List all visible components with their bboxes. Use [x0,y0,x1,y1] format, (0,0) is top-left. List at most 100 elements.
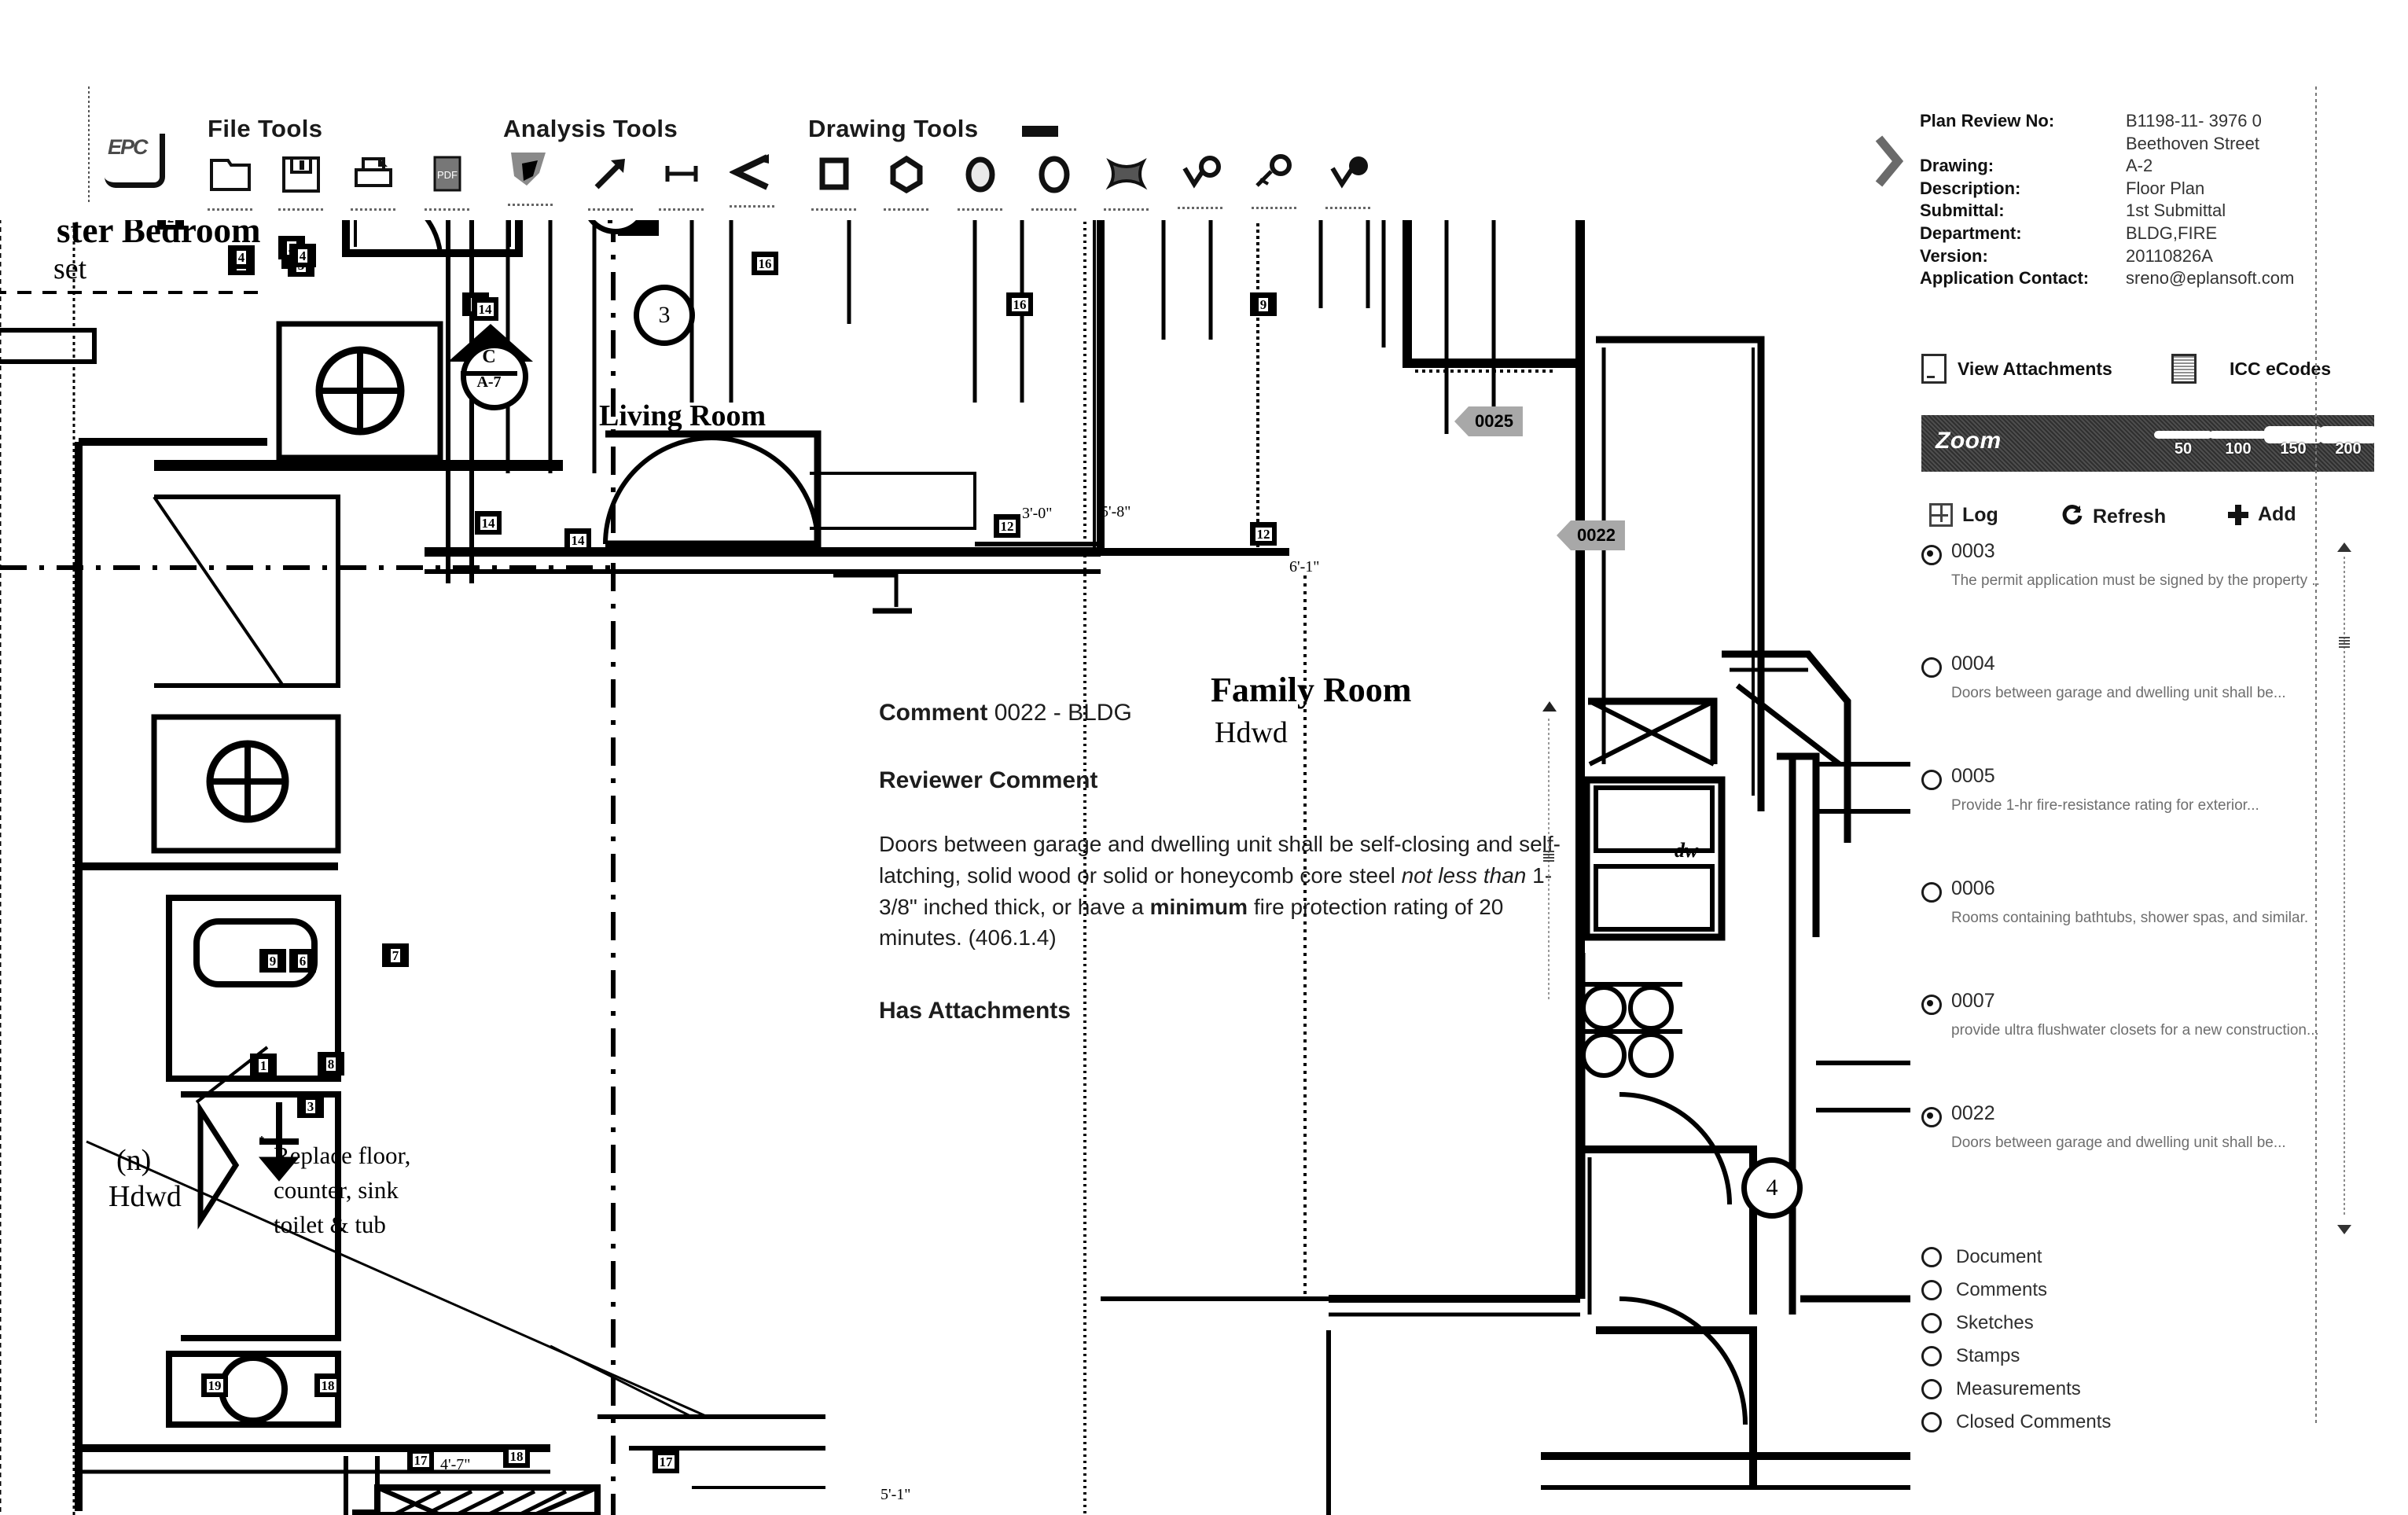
rectangle-button[interactable] [807,154,862,215]
plan-badge[interactable]: 3 [297,1094,324,1118]
comment-radio[interactable] [1921,545,1942,565]
scroll-down-arrow-icon[interactable] [2337,1225,2351,1234]
comment-popup-scrollbar[interactable] [1542,701,1557,1016]
add-button[interactable]: Add [2228,503,2296,526]
comment-radio[interactable] [1921,770,1942,790]
plan-badge[interactable]: 4 [289,244,316,267]
filter-item-comments[interactable]: Comments [1921,1274,2393,1307]
metadata-key: Plan Review No: [1920,111,2055,131]
filter-label: Document [1956,1246,2042,1267]
open-folder-icon [203,154,258,201]
filter-item-measurements[interactable]: Measurements [1921,1373,2393,1406]
plan-badge[interactable]: 6 [289,949,316,973]
metadata-row: Application Contact: sreno@eplansoft.com [1920,267,2399,290]
toolbar-left-divider [88,86,90,204]
plan-badge[interactable]: 8 [318,1052,344,1076]
scrollbar-thumb[interactable] [1543,851,1554,863]
polygon-button[interactable] [879,154,934,215]
comment-filter-list: Document Comments Sketches Stamps Measur… [1921,1241,2393,1439]
door-number-3-marker[interactable]: 3 [634,285,695,346]
filter-radio[interactable] [1921,1313,1942,1333]
view-attachments-button[interactable]: View Attachments [1921,354,2112,384]
comment-tag-0025[interactable]: 0025 [1454,406,1523,436]
icc-ecodes-button[interactable]: ICC eCodes [2171,354,2331,384]
analysis-tools-group-label: Analysis Tools [503,115,678,142]
plan-badge[interactable]: 16 [1006,292,1033,316]
expand-panel-chevron-icon[interactable] [1871,134,1907,189]
plan-badge[interactable]: 19 [201,1373,228,1397]
refresh-button[interactable]: Refresh [2061,503,2166,531]
plan-badge[interactable]: 12 [1250,522,1277,546]
filter-item-document[interactable]: Document [1921,1241,2393,1274]
zoom-150-button[interactable]: 150 [2264,426,2322,458]
comment-tag-0022[interactable]: 0022 [1557,520,1625,550]
arrow-pointer-button[interactable] [583,154,638,215]
log-button[interactable]: Log [1929,503,1998,527]
measure-length-button[interactable] [654,154,709,215]
print-button[interactable] [346,154,401,215]
filter-radio[interactable] [1921,1247,1942,1267]
dimension-label: 5'-8" [1101,503,1131,520]
zoom-50-button[interactable]: 50 [2154,426,2212,458]
door-number-4-marker[interactable]: 4 [1741,1157,1803,1219]
scrollbar-thumb[interactable] [2339,637,2350,649]
cloud-button[interactable] [1099,154,1154,215]
plan-badge-text: 9 [1258,296,1269,312]
scroll-up-arrow-icon[interactable] [1542,701,1557,712]
filter-radio[interactable] [1921,1346,1942,1366]
comment-radio[interactable] [1921,995,1942,1015]
comment-radio[interactable] [1921,882,1942,903]
plan-badge[interactable]: 18 [503,1444,530,1468]
plan-badge[interactable]: 3 [352,1509,379,1515]
callout-filled-button[interactable] [1321,153,1376,214]
annotation-line-2: counter, sink [274,1176,399,1204]
filter-item-closed-comments[interactable]: Closed Comments [1921,1406,2393,1439]
save-disk-icon [274,154,329,201]
plan-badge[interactable]: 17 [653,1450,679,1473]
callout-button[interactable] [1173,153,1228,214]
zoom-200-button[interactable]: 200 [2319,426,2377,458]
plan-badge[interactable]: 1 [250,1054,277,1077]
scroll-up-arrow-icon[interactable] [2337,542,2351,552]
filter-item-sketches[interactable]: Sketches [1921,1307,2393,1340]
comment-popup-body: Doors between garage and dwelling unit s… [879,829,1571,954]
comment-body-italic: not less than [1401,862,1527,888]
measure-angle-button[interactable] [725,151,780,212]
comment-list-scrollbar[interactable] [2337,542,2351,1234]
filter-radio[interactable] [1921,1280,1942,1300]
comment-radio[interactable] [1921,1107,1942,1127]
plan-badge[interactable]: 17 [407,1448,434,1472]
pdf-button[interactable]: PDF [420,154,475,215]
plan-badge[interactable]: 4 [228,245,255,269]
zoom-toolbar[interactable]: Zoom 50 100 150 200 [1921,415,2377,472]
plan-badge[interactable]: 14 [475,511,502,535]
plan-drawing-canvas[interactable]: ster Bedroom set Living Room Family Room… [0,214,1910,1515]
plan-badge[interactable]: 7 [382,943,409,967]
zoom-100-button[interactable]: 100 [2209,426,2267,458]
epc-logo-text: EPC [108,135,149,159]
add-label: Add [2258,503,2296,525]
plan-badge[interactable]: 12 [994,514,1020,538]
comment-radio[interactable] [1921,657,1942,678]
scrollbar-track[interactable] [2344,557,2345,1217]
ellipse-button[interactable] [953,154,1008,215]
plan-badge-text: 6 [297,953,308,969]
filter-radio[interactable] [1921,1379,1942,1399]
filter-radio[interactable] [1921,1412,1942,1432]
plan-badge[interactable]: 18 [314,1373,341,1397]
save-button[interactable] [274,154,329,215]
open-folder-button[interactable] [203,154,258,215]
plan-badge[interactable]: 14 [472,297,498,321]
plan-badge[interactable]: 9 [1250,292,1277,316]
tool-underline [351,208,396,211]
callout-zoom-button[interactable] [1247,153,1302,214]
plan-badge[interactable]: 14 [564,528,591,552]
circle-button[interactable] [1027,154,1082,215]
plan-badge[interactable]: 9 [259,949,286,973]
print-icon [346,154,401,201]
highlighter-button[interactable] [503,149,558,211]
closet-label: set [53,252,87,285]
floor-plan: ster Bedroom set Living Room Family Room… [0,214,1910,1515]
plan-badge[interactable]: 16 [752,252,778,275]
filter-item-stamps[interactable]: Stamps [1921,1340,2393,1373]
